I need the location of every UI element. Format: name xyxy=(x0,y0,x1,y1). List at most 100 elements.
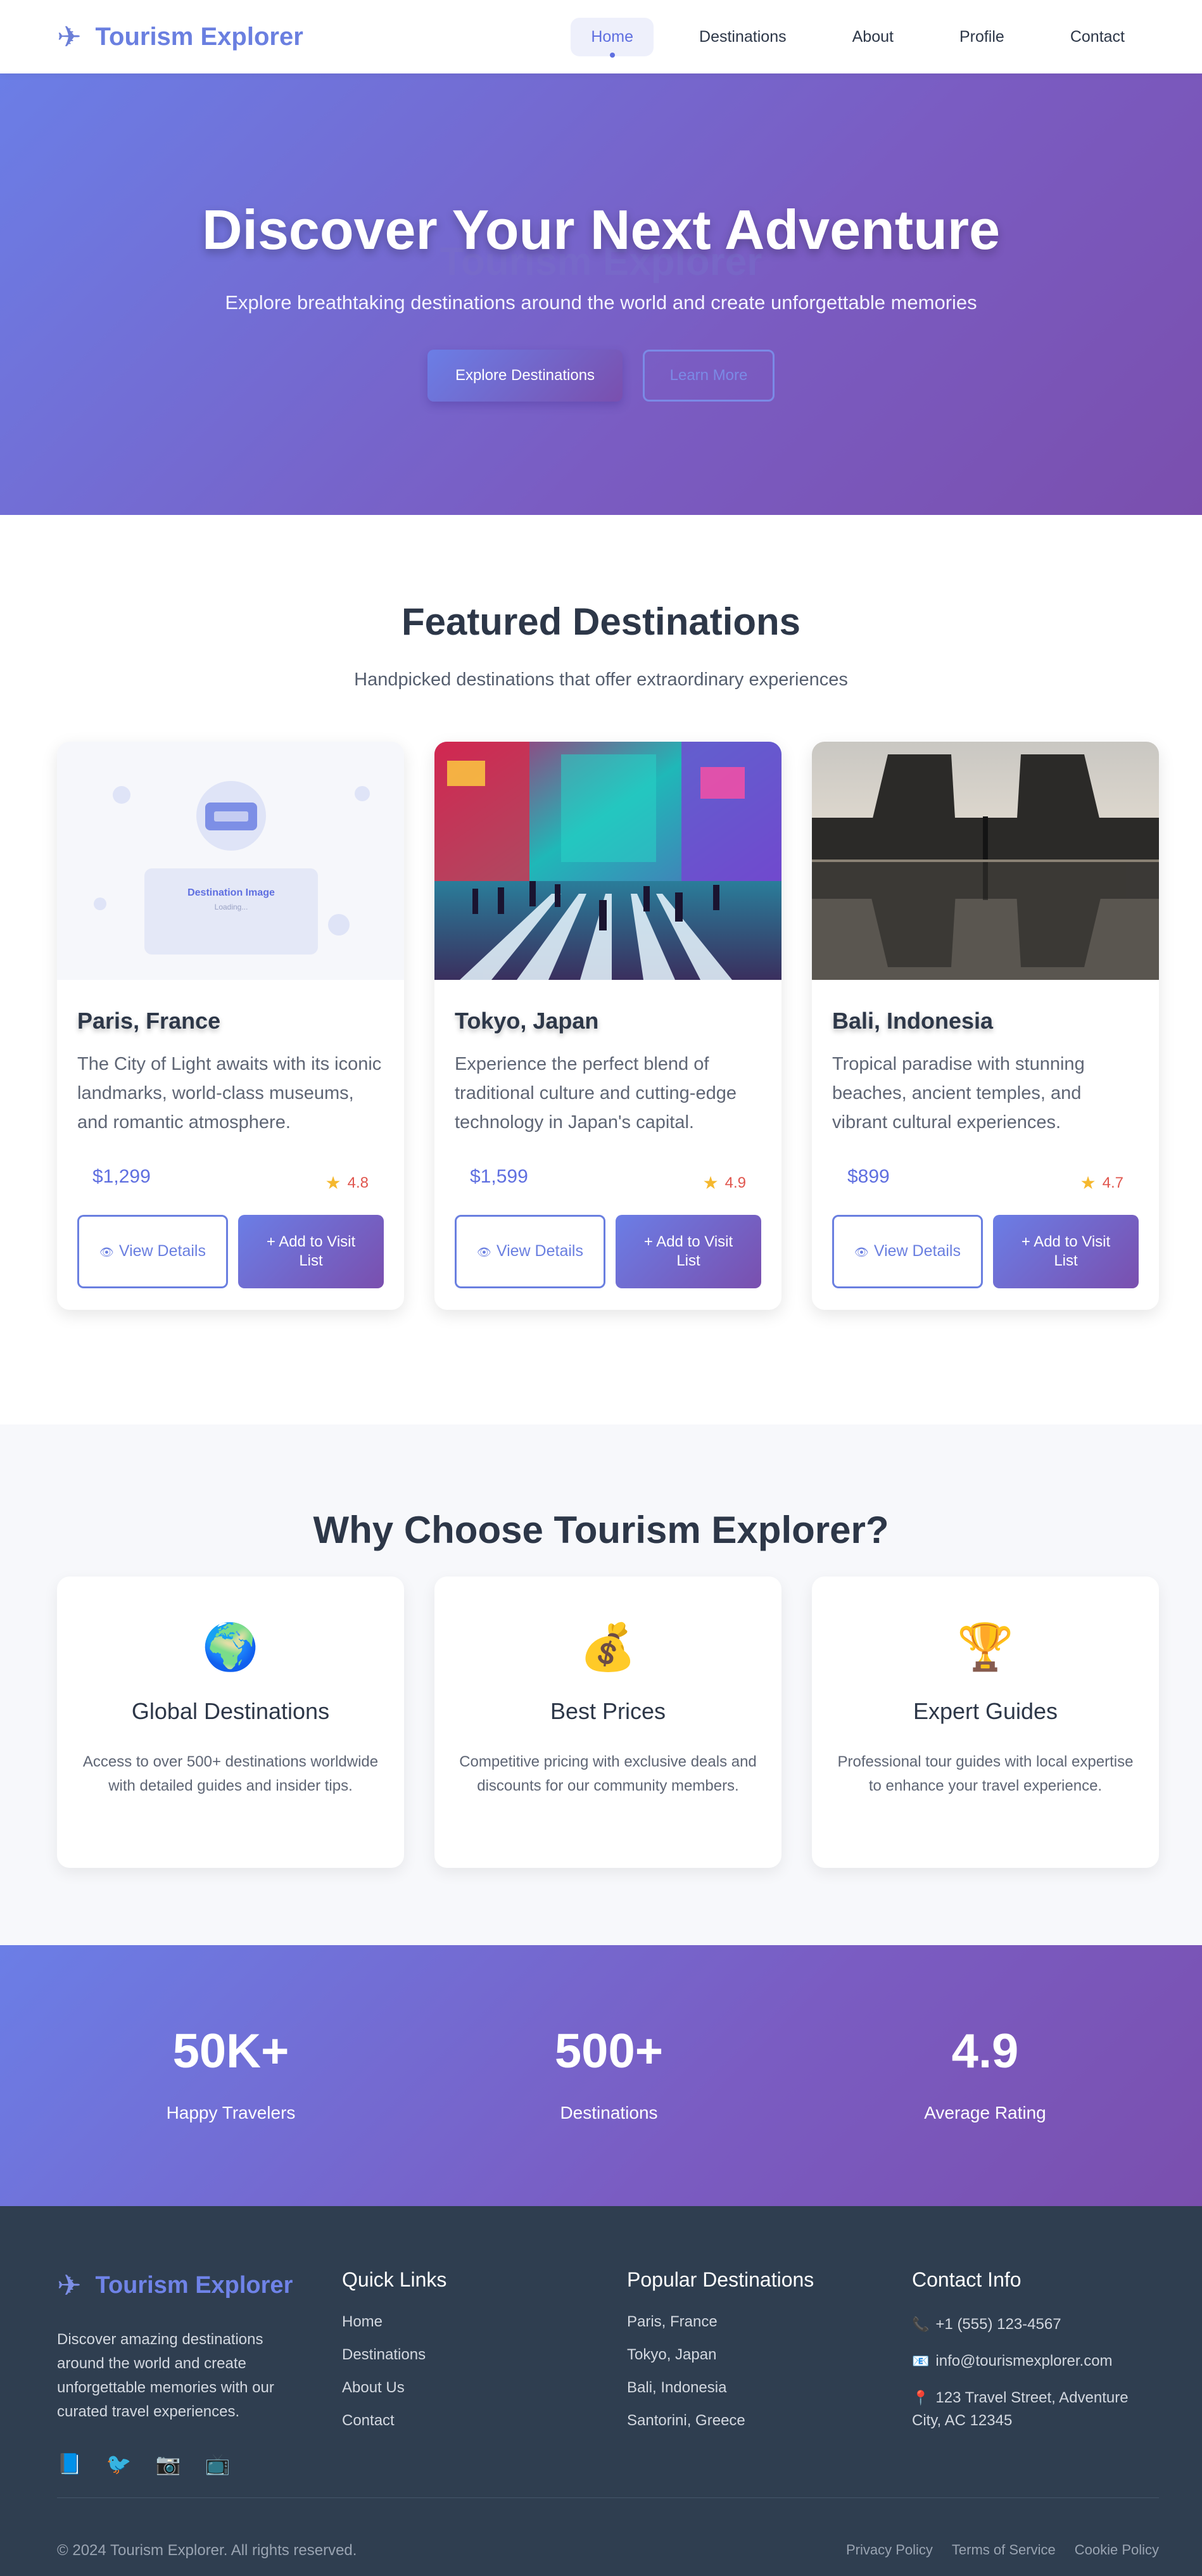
site-footer: ✈ Tourism Explorer Discover amazing dest… xyxy=(0,2206,1202,2576)
view-details-button[interactable]: 👁 View Details xyxy=(77,1215,228,1288)
why-title: Why Choose Tourism Explorer? xyxy=(313,1509,889,1551)
stat-label: Happy Travelers xyxy=(166,2103,296,2122)
money-bag-icon: 💰 xyxy=(579,1622,636,1673)
contact-address: 📍 123 Travel Street, Adventure City, AC 1… xyxy=(912,2389,1129,2429)
twitter-icon[interactable]: 🐦 xyxy=(106,2452,132,2476)
view-details-button[interactable]: 👁 View Details xyxy=(832,1215,983,1288)
card-price: $1,599 xyxy=(470,1165,528,1187)
rating-value: 4.8 xyxy=(347,1174,369,1191)
footer-link-about[interactable]: About Us xyxy=(342,2379,446,2397)
hero-section: Tourism Explorer Discover Your Next Adve… xyxy=(0,73,1202,515)
contact-heading: Contact Info xyxy=(912,2268,1022,2291)
location-pin-icon: 📍 xyxy=(912,2390,930,2406)
view-details-label: View Details xyxy=(496,1242,583,1260)
hero-buttons: Explore Destinations Learn More xyxy=(0,350,1202,402)
nav-links: Home Destinations About Profile Contact xyxy=(545,17,1145,58)
view-details-label: View Details xyxy=(873,1242,961,1260)
view-details-button[interactable]: 👁 View Details xyxy=(455,1215,605,1288)
brand-logo[interactable]: ✈ Tourism Explorer xyxy=(57,22,303,51)
brand-name: Tourism Explorer xyxy=(95,22,303,51)
email-icon: 📧 xyxy=(912,2353,930,2369)
legal-links: Privacy Policy Terms of Service Cookie P… xyxy=(846,2542,1159,2558)
destination-card-bali: Bali, Indonesia Tropical paradise with s… xyxy=(812,742,1159,1310)
airplane-icon: ✈ xyxy=(57,2269,82,2302)
terms-of-service-link[interactable]: Terms of Service xyxy=(952,2542,1056,2558)
trophy-icon: 🏆 xyxy=(957,1622,1014,1673)
feature-card-guides: 🏆 Expert Guides Professional tour guides… xyxy=(812,1577,1159,1868)
card-title: Bali, Indonesia xyxy=(832,1008,994,1034)
card-description: The City of Light awaits with its iconic… xyxy=(77,1054,382,1133)
destination-image-bali xyxy=(812,742,1159,980)
star-icon: ★ xyxy=(1080,1173,1096,1193)
destination-cards: Destination Image Loading... Paris, Fran… xyxy=(57,742,1159,1310)
privacy-policy-link[interactable]: Privacy Policy xyxy=(846,2542,933,2558)
footer-quick-links: Quick Links Home Destinations About Us C… xyxy=(342,2268,446,2445)
contact-email[interactable]: 📧 info@tourismexplorer.com xyxy=(912,2350,1159,2373)
nav-link-contact[interactable]: Contact xyxy=(1050,18,1145,56)
eye-icon: 👁 xyxy=(99,1246,114,1259)
footer-about: ✈ Tourism Explorer Discover amazing dest… xyxy=(57,2268,310,2476)
add-to-visit-list-button[interactable]: + Add to Visit List xyxy=(615,1215,761,1288)
rating-value: 4.7 xyxy=(1102,1174,1123,1191)
footer-popular-link[interactable]: Bali, Indonesia xyxy=(627,2379,814,2397)
footer-link-contact[interactable]: Contact xyxy=(342,2412,446,2430)
footer-contact: Contact Info 📞 +1 (555) 123-4567 📧 info@to… xyxy=(912,2268,1159,2446)
stat-value: 500+ xyxy=(554,2024,664,2078)
nav-link-home[interactable]: Home xyxy=(571,17,654,58)
feature-card-global: 🌍 Global Destinations Access to over 500… xyxy=(57,1577,404,1868)
top-navbar: ✈ Tourism Explorer Home Destinations Abo… xyxy=(0,0,1202,73)
stat-travelers: 50K+ Happy Travelers xyxy=(57,2024,405,2123)
cookie-policy-link[interactable]: Cookie Policy xyxy=(1075,2542,1159,2558)
footer-brand[interactable]: ✈ Tourism Explorer xyxy=(57,2268,310,2302)
phone-icon: 📞 xyxy=(912,2316,930,2332)
quick-links-heading: Quick Links xyxy=(342,2268,447,2291)
card-description: Tropical paradise with stunning beaches,… xyxy=(832,1054,1085,1133)
stat-label: Destinations xyxy=(560,2103,658,2122)
star-icon: ★ xyxy=(702,1173,719,1193)
card-title: Tokyo, Japan xyxy=(455,1008,599,1034)
destination-card-tokyo: Tokyo, Japan Experience the perfect blen… xyxy=(434,742,781,1310)
footer-popular-link[interactable]: Paris, France xyxy=(627,2313,814,2331)
feature-title: Best Prices xyxy=(550,1698,666,1724)
popular-heading: Popular Destinations xyxy=(627,2268,814,2291)
destination-image-placeholder: Destination Image Loading... xyxy=(57,742,404,980)
learn-more-button[interactable]: Learn More xyxy=(643,350,775,402)
stat-rating: 4.9 Average Rating xyxy=(811,2024,1159,2123)
footer-popular-link[interactable]: Santorini, Greece xyxy=(627,2412,814,2430)
featured-title: Featured Destinations xyxy=(401,600,801,643)
instagram-icon[interactable]: 📷 xyxy=(156,2452,181,2476)
youtube-icon[interactable]: 📺 xyxy=(205,2452,231,2476)
card-price: $1,299 xyxy=(92,1165,151,1187)
footer-popular-link[interactable]: Tokyo, Japan xyxy=(627,2346,814,2364)
hero-subtitle: Explore breathtaking destinations around… xyxy=(225,291,977,314)
stat-destinations: 500+ Destinations xyxy=(435,2024,783,2123)
footer-divider xyxy=(57,2497,1159,2498)
star-icon: ★ xyxy=(325,1173,341,1193)
copyright: © 2024 Tourism Explorer. All rights rese… xyxy=(57,2542,357,2559)
destination-image-tokyo xyxy=(434,742,781,980)
facebook-icon[interactable]: 📘 xyxy=(57,2452,82,2476)
card-rating: ★ 4.8 xyxy=(326,1172,369,1193)
nav-link-destinations[interactable]: Destinations xyxy=(679,18,807,56)
hero-title: Discover Your Next Adventure xyxy=(201,198,1001,261)
feature-description: Professional tour guides with local expe… xyxy=(837,1753,1134,1794)
footer-link-home[interactable]: Home xyxy=(342,2313,446,2331)
explore-destinations-button[interactable]: Explore Destinations xyxy=(427,350,623,402)
airplane-icon: ✈ xyxy=(57,20,82,53)
footer-brand-name: Tourism Explorer xyxy=(95,2271,293,2299)
view-details-label: View Details xyxy=(118,1242,206,1260)
card-title: Paris, France xyxy=(77,1008,221,1034)
contact-phone: 📞 +1 (555) 123-4567 xyxy=(912,2316,1061,2333)
card-description: Experience the perfect blend of traditio… xyxy=(455,1054,737,1133)
globe-icon: 🌍 xyxy=(202,1622,259,1673)
nav-link-profile[interactable]: Profile xyxy=(939,18,1025,56)
add-to-visit-list-button[interactable]: + Add to Visit List xyxy=(237,1215,384,1288)
footer-link-destinations[interactable]: Destinations xyxy=(342,2346,446,2364)
feature-card-prices: 💰 Best Prices Competitive pricing with e… xyxy=(434,1577,781,1868)
add-to-visit-list-button[interactable]: + Add to Visit List xyxy=(992,1215,1139,1288)
social-links: 📘 🐦 📷 📺 xyxy=(57,2452,310,2476)
stat-value: 4.9 xyxy=(951,2024,1019,2078)
stat-label: Average Rating xyxy=(924,2103,1046,2122)
card-price: $899 xyxy=(847,1165,890,1187)
nav-link-about[interactable]: About xyxy=(832,18,914,56)
